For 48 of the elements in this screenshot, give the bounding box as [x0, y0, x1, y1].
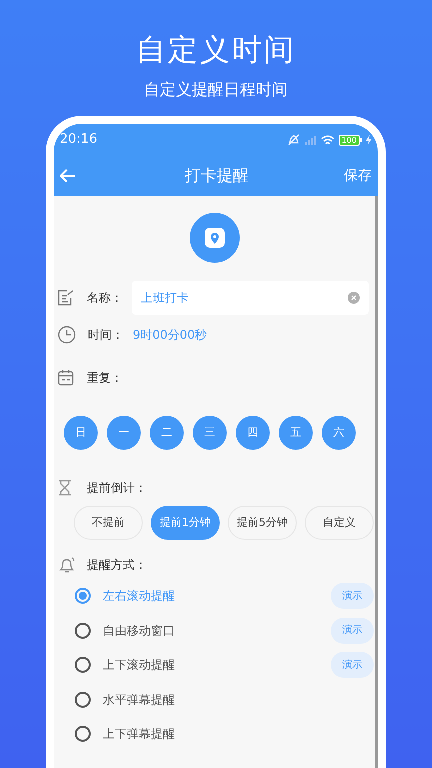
mute-icon [286, 134, 301, 146]
clock-icon [58, 326, 76, 344]
countdown-option[interactable]: 提前1分钟 [151, 506, 220, 540]
method-option-label[interactable]: 上下弹幕提醒 [103, 725, 374, 744]
countdown-option[interactable]: 自定义 [305, 506, 374, 540]
day-toggle[interactable]: 六 [322, 416, 356, 450]
charging-icon [366, 135, 372, 145]
day-toggle[interactable]: 四 [236, 416, 270, 450]
bell-icon [58, 556, 76, 574]
day-toggle[interactable]: 三 [193, 416, 227, 450]
day-toggle[interactable]: 日 [64, 416, 98, 450]
signal-icon [304, 135, 317, 145]
save-button[interactable]: 保存 [344, 166, 372, 186]
battery-icon: 100 [338, 134, 362, 146]
radio-button[interactable] [75, 692, 91, 708]
name-field[interactable]: 上班打卡 [132, 281, 369, 315]
method-option-label[interactable]: 左右滚动提醒 [103, 587, 331, 606]
calendar-icon [58, 370, 74, 386]
status-time: 20:16 [60, 131, 98, 150]
promo-subtitle: 自定义提醒日程时间 [144, 80, 288, 100]
demo-button[interactable]: 演示 [331, 618, 374, 644]
page-title: 打卡提醒 [185, 165, 249, 187]
time-label: 时间： [88, 327, 125, 344]
edit-note-icon [58, 290, 74, 306]
method-label: 提醒方式： [87, 557, 147, 574]
back-icon[interactable] [60, 169, 76, 183]
method-option-label[interactable]: 水平弹幕提醒 [103, 690, 374, 709]
demo-button[interactable]: 演示 [331, 652, 374, 678]
day-toggle[interactable]: 五 [279, 416, 313, 450]
countdown-label: 提前倒计： [87, 480, 147, 497]
name-label: 名称： [87, 290, 124, 307]
day-toggle[interactable]: 一 [107, 416, 141, 450]
time-value[interactable]: 9时00分00秒 [133, 326, 208, 344]
promo-title: 自定义时间 [136, 32, 296, 70]
method-option-label[interactable]: 上下滚动提醒 [103, 656, 331, 674]
repeat-label: 重复： [87, 370, 123, 387]
demo-button[interactable]: 演示 [331, 583, 374, 610]
location-badge-icon [190, 213, 240, 263]
day-toggle[interactable]: 二 [150, 416, 184, 450]
radio-button[interactable] [75, 588, 91, 604]
radio-button[interactable] [75, 622, 91, 639]
countdown-option[interactable]: 提前5分钟 [228, 506, 297, 540]
wifi-icon [320, 134, 335, 146]
radio-button[interactable] [75, 657, 91, 674]
hourglass-icon [58, 480, 72, 496]
radio-button[interactable] [75, 726, 91, 742]
method-option-label[interactable]: 自由移动窗口 [103, 622, 331, 640]
countdown-option[interactable]: 不提前 [74, 506, 143, 540]
